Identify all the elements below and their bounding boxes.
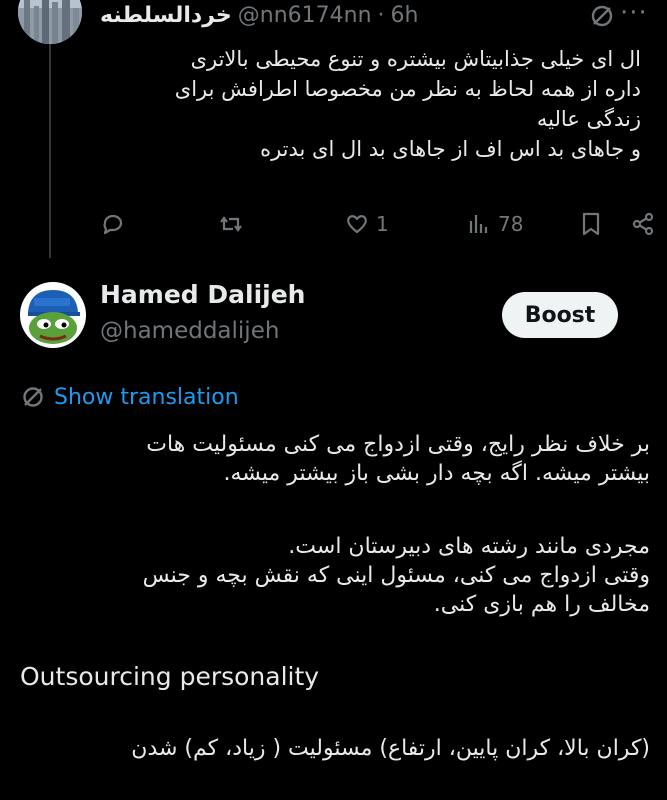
views-icon bbox=[469, 215, 488, 233]
tweet-body: بر خلاف نظر رایج، وقتی ازدواج می کنی مسئ… bbox=[20, 430, 650, 619]
show-translation-link[interactable]: Show translation bbox=[20, 382, 239, 412]
reply-text-line: ال ای خیلی جذابیتاش بیشتره و تنوع محیطی … bbox=[190, 47, 641, 71]
reply-author-handle[interactable]: @nn6174nn bbox=[238, 3, 372, 28]
bookmark-button[interactable] bbox=[578, 206, 604, 242]
tweet-text-line: مخالف را هم بازی کنی. bbox=[433, 592, 650, 617]
like-button[interactable]: 1 bbox=[344, 206, 389, 242]
reply-timestamp[interactable]: 6h bbox=[391, 3, 419, 28]
comment-icon bbox=[103, 214, 123, 235]
boost-button[interactable]: Boost bbox=[502, 292, 618, 338]
reply-text-line: زندگی عالیه bbox=[536, 107, 641, 131]
share-button[interactable] bbox=[630, 206, 656, 242]
separator-dot: · bbox=[377, 2, 385, 28]
thread-line bbox=[49, 44, 51, 258]
city-skyline-image bbox=[18, 0, 82, 44]
tweet-text-latin: Outsourcing personality bbox=[20, 662, 320, 691]
reply-tweet[interactable]: خردالسلطنه @nn6174nn · 6h ··· ال ای خیلی… bbox=[0, 0, 667, 258]
translate-icon[interactable] bbox=[588, 2, 616, 30]
pepe-frog-avatar-image bbox=[20, 282, 86, 348]
heart-icon bbox=[347, 215, 367, 234]
tweet-text-line: وقتی ازدواج می کنی، مسئول اینی که نقش بچ… bbox=[142, 563, 650, 588]
tweet-text-line: مجردی مانند رشته های دبیرستان است. bbox=[288, 534, 650, 559]
translate-icon bbox=[23, 387, 43, 407]
bookmark-icon bbox=[582, 212, 600, 236]
reply-button[interactable] bbox=[100, 206, 132, 242]
like-count: 1 bbox=[376, 212, 389, 236]
reply-text-line: و جاهای بد اس اف از جاهای بد ال ای بدتره bbox=[260, 137, 641, 161]
repost-icon bbox=[220, 216, 242, 232]
avatar[interactable] bbox=[18, 0, 82, 44]
tweet-text-line: (کران بالا، کران پایین، ارتفاع) مسئولیت … bbox=[131, 736, 650, 761]
share-icon bbox=[632, 212, 654, 236]
tweet-text-line: بر خلاف نظر رایج، وقتی ازدواج می کنی مسئ… bbox=[146, 432, 650, 457]
author-name[interactable]: Hamed Dalijeh bbox=[100, 280, 305, 309]
reply-text-line: داره از همه لحاظ به نظر من مخصوصا اطرافش… bbox=[174, 77, 641, 101]
repost-button[interactable] bbox=[218, 206, 250, 242]
show-translation-label[interactable]: Show translation bbox=[54, 385, 239, 410]
tweet-text-line: بیشتر میشه. اگه بچه دار بشی باز بیشتر می… bbox=[223, 461, 650, 486]
author-avatar[interactable] bbox=[20, 282, 86, 348]
author-handle[interactable]: @hameddalijeh bbox=[100, 318, 279, 344]
views-count: 78 bbox=[498, 212, 524, 236]
reply-text: ال ای خیلی جذابیتاش بیشتره و تنوع محیطی … bbox=[81, 44, 641, 164]
action-bar: 1 78 bbox=[100, 206, 660, 242]
more-options-icon[interactable]: ··· bbox=[620, 0, 648, 28]
tweet-text-line bbox=[20, 488, 650, 532]
reply-author-name[interactable]: خردالسلطنه bbox=[100, 3, 232, 28]
views-button[interactable]: 78 bbox=[466, 206, 523, 242]
reply-header: خردالسلطنه @nn6174nn · 6h bbox=[100, 0, 418, 30]
